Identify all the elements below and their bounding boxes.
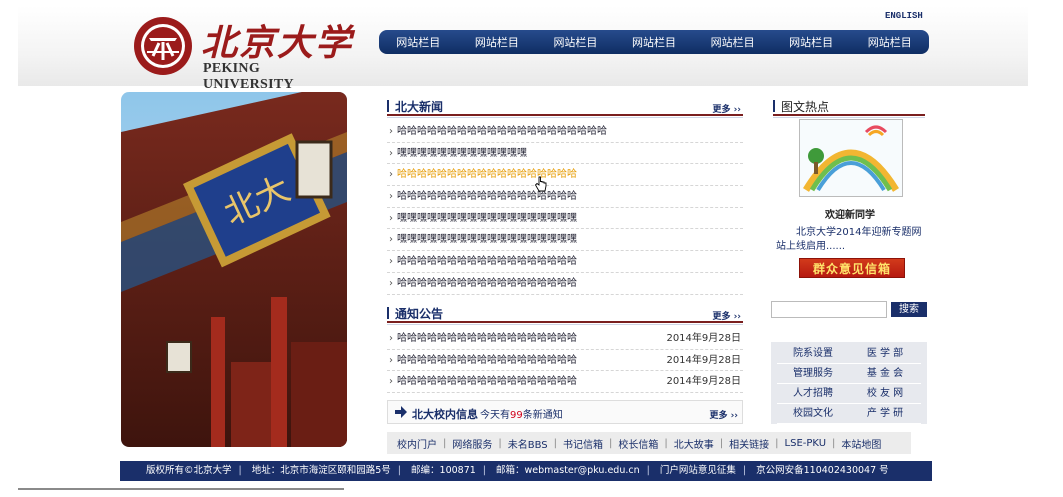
quick-link-medical[interactable]: 医 学 部 [849,344,921,364]
notice-date: 2014年9月28日 [666,333,741,344]
notice-text: 哈哈哈哈哈哈哈哈哈哈哈哈哈哈哈哈哈哈 [397,376,577,388]
news-item[interactable]: 嘿嘿嘿嘿嘿嘿嘿嘿嘿嘿嘿嘿嘿嘿嘿嘿嘿嘿 [387,208,743,230]
news-item[interactable]: 嘿嘿嘿嘿嘿嘿嘿嘿嘿嘿嘿嘿嘿嘿嘿嘿嘿嘿 [387,229,743,252]
hot-section-title: 图文热点 [781,100,830,114]
arrow-right-icon [395,406,407,418]
nav-item-4[interactable]: 网站栏目 [615,34,694,50]
footer: 版权所有©北京大学 | 地址：北京市海淀区颐和园路5号 | 邮编：100871 | 邮… [120,461,932,481]
hot-photo[interactable] [799,119,903,197]
nav-item-6[interactable]: 网站栏目 [772,34,851,50]
footer-address: 地址：北京市海淀区颐和园路5号 [251,465,391,476]
search-button[interactable]: 搜索 [891,302,927,317]
news-item[interactable]: 哈哈哈哈哈哈哈哈哈哈哈哈哈哈哈哈哈哈 [387,273,743,295]
quick-links-grid: 院系设置 医 学 部 管理服务 基 金 会 人才招聘 校 友 网 校园文化 产 … [771,342,927,424]
logo-english-name: PEKING UNIVERSITY [203,61,294,92]
link-lse-pku[interactable]: LSE-PKU [785,438,826,449]
quick-link-departments[interactable]: 院系设置 [777,344,849,364]
notice-list: 哈哈哈哈哈哈哈哈哈哈哈哈哈哈哈哈哈哈 2014年9月28日 哈哈哈哈哈哈哈哈哈哈… [387,328,743,394]
quick-link-admin[interactable]: 管理服务 [777,364,849,384]
university-seal-icon [134,17,192,75]
link-sitemap[interactable]: 本站地图 [841,436,881,451]
notice-date: 2014年9月28日 [666,376,741,388]
campus-gate-photo: 北大 [121,92,347,447]
hot-section-header: 图文热点 [773,96,925,118]
campus-info-count: 今天有99条新通知 [480,410,563,421]
footer-icp: 京公网安备110402430047 号 [756,465,889,476]
new-notice-count: 99 [510,410,523,421]
nav-item-3[interactable]: 网站栏目 [536,34,615,50]
quick-link-campus-culture[interactable]: 校园文化 [777,404,849,424]
search-input[interactable] [771,301,887,318]
notice-item[interactable]: 哈哈哈哈哈哈哈哈哈哈哈哈哈哈哈哈哈哈 2014年9月28日 [387,328,743,350]
link-intranet[interactable]: 校内门户 [397,436,437,451]
nav-item-5[interactable]: 网站栏目 [693,34,772,50]
news-item-hovered[interactable]: 哈哈哈哈哈哈哈哈哈哈哈哈哈哈哈哈哈哈 [387,164,743,187]
hot-caption[interactable]: 欢迎新同学 [772,206,928,221]
nav-item-7[interactable]: 网站栏目 [850,34,929,50]
main-nav: 网站栏目 网站栏目 网站栏目 网站栏目 网站栏目 网站栏目 网站栏目 [379,30,929,54]
quick-link-alumni[interactable]: 校 友 网 [849,384,921,404]
nav-item-2[interactable]: 网站栏目 [458,34,537,50]
link-bbs[interactable]: 未名BBS [508,436,548,451]
link-network-service[interactable]: 网络服务 [452,436,492,451]
news-section-title: 北大新闻 [395,100,444,114]
news-list: 哈哈哈哈哈哈哈哈哈哈哈哈哈哈哈哈哈哈哈哈哈 嘿嘿嘿嘿嘿嘿嘿嘿嘿嘿嘿嘿嘿 哈哈哈哈… [387,121,743,295]
notice-text: 哈哈哈哈哈哈哈哈哈哈哈哈哈哈哈哈哈哈 [397,333,577,344]
notice-section-header: 通知公告 更多 ›› [387,303,743,325]
logo[interactable]: 北京大学 PEKING UNIVERSITY [133,16,354,92]
section-bar-marker [387,307,389,319]
opinion-mailbox-button[interactable]: 群众意见信箱 [799,258,905,278]
footer-postcode: 邮编：100871 [411,465,476,476]
notice-text: 哈哈哈哈哈哈哈哈哈哈哈哈哈哈哈哈哈哈 [397,354,577,366]
notice-more-link[interactable]: 更多 ›› [712,309,741,322]
notice-date: 2014年9月28日 [666,354,741,366]
campus-info-title[interactable]: 北大校内信息 [412,406,478,422]
footer-email[interactable]: 邮箱：webmaster@pku.edu.cn [496,465,640,476]
news-section-header: 北大新闻 更多 ›› [387,96,743,118]
news-item[interactable]: 哈哈哈哈哈哈哈哈哈哈哈哈哈哈哈哈哈哈哈哈哈 [387,121,743,143]
campus-gate-illustration: 北大 [121,92,347,447]
link-related[interactable]: 相关链接 [729,436,769,451]
english-link[interactable]: ENGLISH [885,11,923,21]
link-secretary-mailbox[interactable]: 书记信箱 [563,436,603,451]
notice-item[interactable]: 哈哈哈哈哈哈哈哈哈哈哈哈哈哈哈哈哈哈 2014年9月28日 [387,371,743,394]
hand-cursor-icon [534,176,547,192]
quick-links-bar: 校内门户 | 网络服务 | 未名BBS | 书记信箱 | 校长信箱 | 北大故事 | 相关链… [387,432,911,454]
news-item[interactable]: 嘿嘿嘿嘿嘿嘿嘿嘿嘿嘿嘿嘿嘿 [387,143,743,165]
section-bar-marker [773,100,775,112]
notice-item[interactable]: 哈哈哈哈哈哈哈哈哈哈哈哈哈哈哈哈哈哈 2014年9月28日 [387,350,743,372]
footer-feedback-link[interactable]: 门户网站意见征集 [660,465,736,476]
notice-section-title: 通知公告 [395,307,444,321]
section-bar-marker [387,100,389,112]
news-item[interactable]: 哈哈哈哈哈哈哈哈哈哈哈哈哈哈哈哈哈哈 [387,186,743,208]
campus-info-bar: 北大校内信息 今天有99条新通知 更多 ›› [387,400,743,424]
quick-link-jobs[interactable]: 人才招聘 [777,384,849,404]
hot-description: 北京大学2014年迎新专题网站上线启用...... [776,227,922,252]
nav-item-1[interactable]: 网站栏目 [379,34,458,50]
link-pku-stories[interactable]: 北大故事 [674,436,714,451]
bottom-divider [18,488,344,490]
news-more-link[interactable]: 更多 ›› [712,102,741,115]
campus-info-more-link[interactable]: 更多 ›› [709,408,738,421]
quick-link-foundation[interactable]: 基 金 会 [849,364,921,384]
logo-chinese-name: 北京大学 [201,22,354,64]
welcome-thumbnail-illustration [800,120,902,196]
quick-link-industry[interactable]: 产 学 研 [849,404,921,424]
news-item[interactable]: 哈哈哈哈哈哈哈哈哈哈哈哈哈哈哈哈哈哈 [387,251,743,273]
footer-copyright: 版权所有©北京大学 [146,465,232,476]
link-president-mailbox[interactable]: 校长信箱 [618,436,658,451]
